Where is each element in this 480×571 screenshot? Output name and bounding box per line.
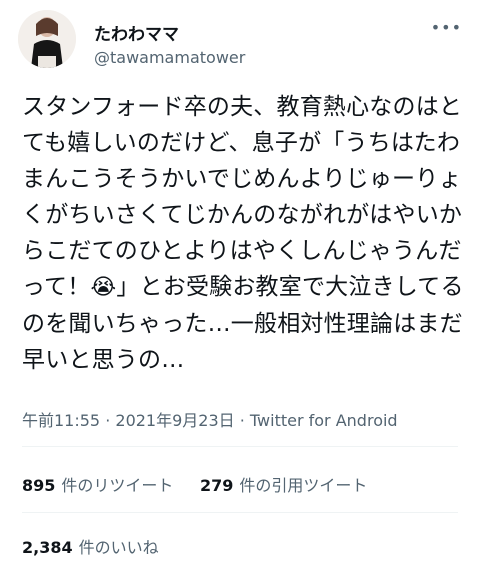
tweet-time[interactable]: 午前11:55 xyxy=(22,411,100,430)
meta-separator: · xyxy=(239,411,250,430)
quotes-label: 件の引用ツイート xyxy=(239,476,368,495)
display-name[interactable]: たわわママ xyxy=(94,20,179,45)
tweet-meta: 午前11:55 · 2021年9月23日 · Twitter for Andro… xyxy=(22,407,398,431)
tweet-header: たわわママ @tawamamatower ••• xyxy=(18,10,462,80)
retweets-stat[interactable]: 895 件のリツイート xyxy=(22,472,173,496)
retweets-label: 件のリツイート xyxy=(61,476,174,495)
likes-stat[interactable]: 2,384 件のいいね xyxy=(22,534,159,558)
divider xyxy=(22,512,458,513)
quotes-count: 279 xyxy=(200,476,234,495)
avatar-image xyxy=(18,10,76,68)
avatar[interactable] xyxy=(18,10,76,68)
likes-count: 2,384 xyxy=(22,538,73,557)
tweet-text-body: スタンフォード卒の夫、教育熱心なのはとても嬉しいのだけど、息子が「うちはたわまん… xyxy=(22,94,463,300)
retweets-count: 895 xyxy=(22,476,56,495)
crying-face-emoji: 😭 xyxy=(90,275,117,300)
user-handle[interactable]: @tawamamatower xyxy=(94,48,245,67)
divider xyxy=(22,446,458,447)
more-options-icon[interactable]: ••• xyxy=(431,18,462,37)
quotes-stat[interactable]: 279 件の引用ツイート xyxy=(200,472,367,496)
tweet-date[interactable]: 2021年9月23日 xyxy=(115,411,234,430)
tweet-text: スタンフォード卒の夫、教育熱心なのはとても嬉しいのだけど、息子が「うちはたわまん… xyxy=(22,89,464,378)
tweet-source[interactable]: Twitter for Android xyxy=(250,411,398,430)
meta-separator: · xyxy=(105,411,116,430)
likes-label: 件のいいね xyxy=(78,538,159,557)
